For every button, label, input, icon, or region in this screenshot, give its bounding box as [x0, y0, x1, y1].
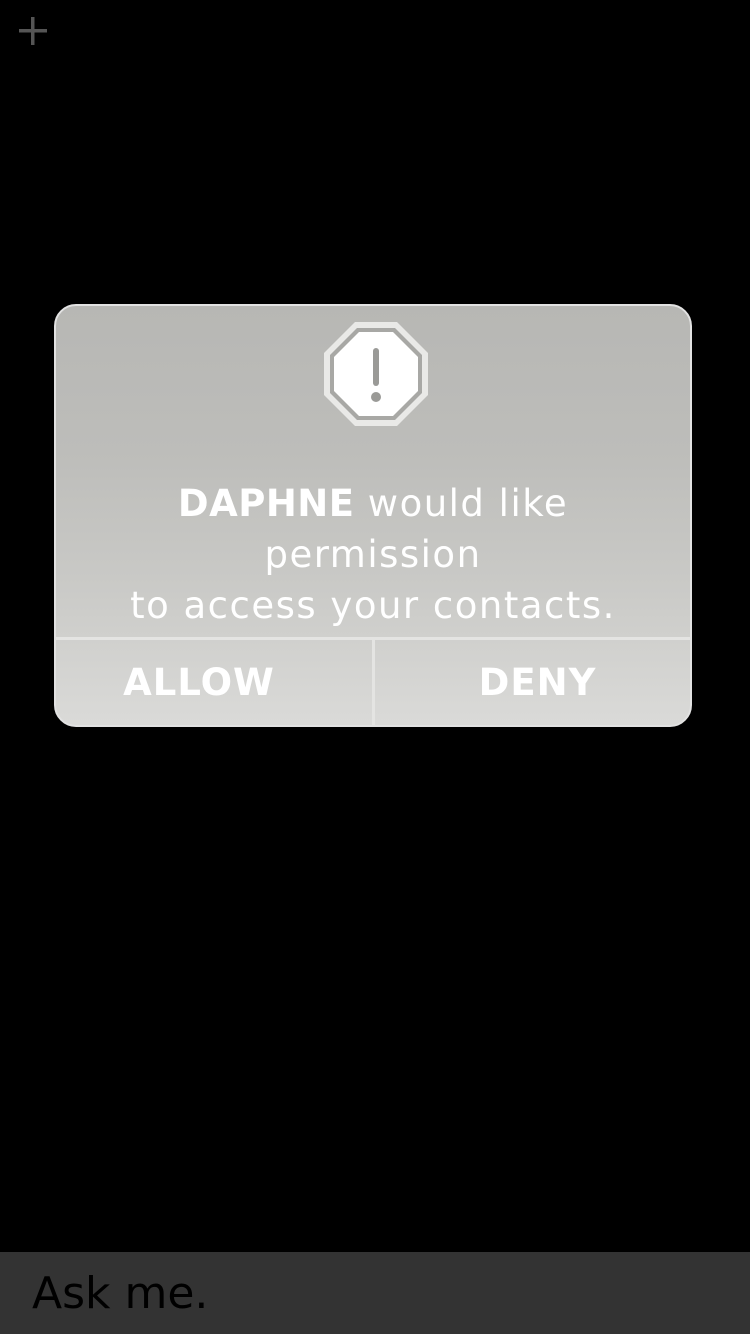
- plus-icon[interactable]: [14, 12, 52, 50]
- permission-message: DAPHNE would like permission to access y…: [66, 478, 680, 631]
- app-screen: DAPHNE would like permission to access y…: [0, 0, 750, 1334]
- alert-octagon-icon: [322, 320, 430, 428]
- deny-button[interactable]: DENY: [375, 640, 690, 725]
- dialog-button-row: ALLOW DENY: [56, 637, 690, 725]
- app-name: DAPHNE: [177, 482, 355, 525]
- bottom-input-bar: [0, 1252, 750, 1334]
- ask-input[interactable]: [0, 1252, 750, 1334]
- message-line2: to access your contacts.: [130, 584, 616, 627]
- allow-button[interactable]: ALLOW: [56, 640, 375, 725]
- permission-dialog: DAPHNE would like permission to access y…: [54, 304, 692, 727]
